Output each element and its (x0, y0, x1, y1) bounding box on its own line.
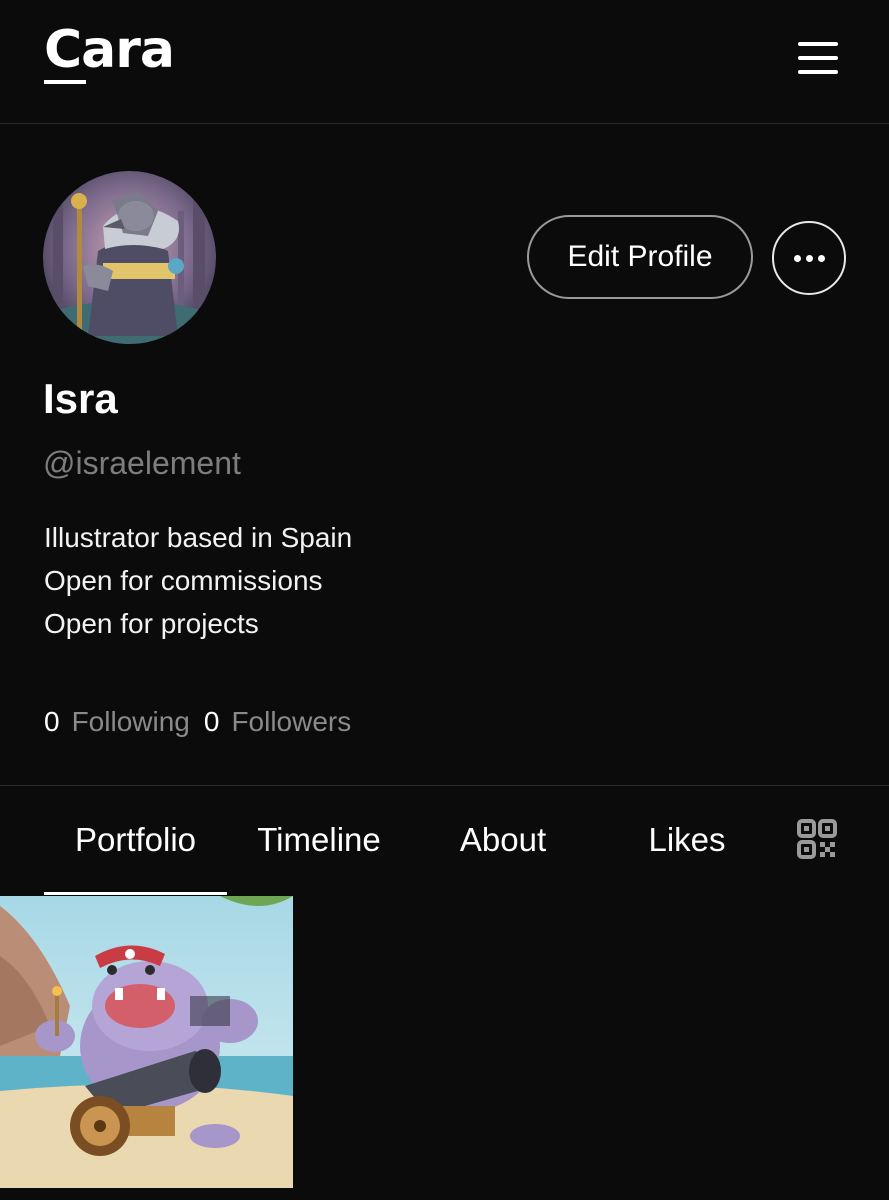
more-dot (817, 254, 825, 262)
bio-line: Open for commissions (44, 565, 323, 596)
followers-link[interactable]: Followers (231, 706, 351, 738)
username: @israelement (43, 445, 241, 481)
tab-likes[interactable]: Likes (596, 786, 778, 894)
active-tab-indicator (44, 892, 227, 895)
display-name: Isra (43, 375, 118, 422)
following-link[interactable]: Following (72, 706, 190, 738)
follow-stats: 0 Following 0 Followers (44, 702, 365, 742)
more-dot (793, 254, 801, 262)
portfolio-image (0, 896, 293, 1188)
more-dot (805, 254, 813, 262)
edit-profile-button[interactable]: Edit Profile (527, 215, 753, 299)
tab-about[interactable]: About (412, 786, 594, 894)
bio: Illustrator based in Spain Open for comm… (44, 516, 644, 645)
top-bar: Cara (0, 0, 889, 124)
profile-tabs: Portfolio Timeline About Likes (0, 786, 889, 895)
logo-underline (44, 80, 86, 84)
avatar-image (43, 171, 216, 344)
cara-logo[interactable]: Cara (44, 18, 175, 82)
hamburger-menu-icon[interactable] (790, 36, 846, 80)
following-count[interactable]: 0 (44, 706, 60, 738)
qr-code-icon[interactable] (792, 816, 844, 866)
tab-timeline[interactable]: Timeline (228, 786, 410, 894)
bio-line: Open for projects (44, 608, 259, 639)
bio-line: Illustrator based in Spain (44, 522, 353, 553)
avatar[interactable] (43, 171, 216, 344)
tab-portfolio[interactable]: Portfolio (44, 786, 227, 894)
more-options-icon[interactable] (772, 221, 846, 295)
profile-page: Cara Edit Profile Isra @israelement Illu… (0, 0, 889, 1200)
portfolio-item[interactable] (0, 896, 293, 1188)
followers-count[interactable]: 0 (204, 706, 220, 738)
